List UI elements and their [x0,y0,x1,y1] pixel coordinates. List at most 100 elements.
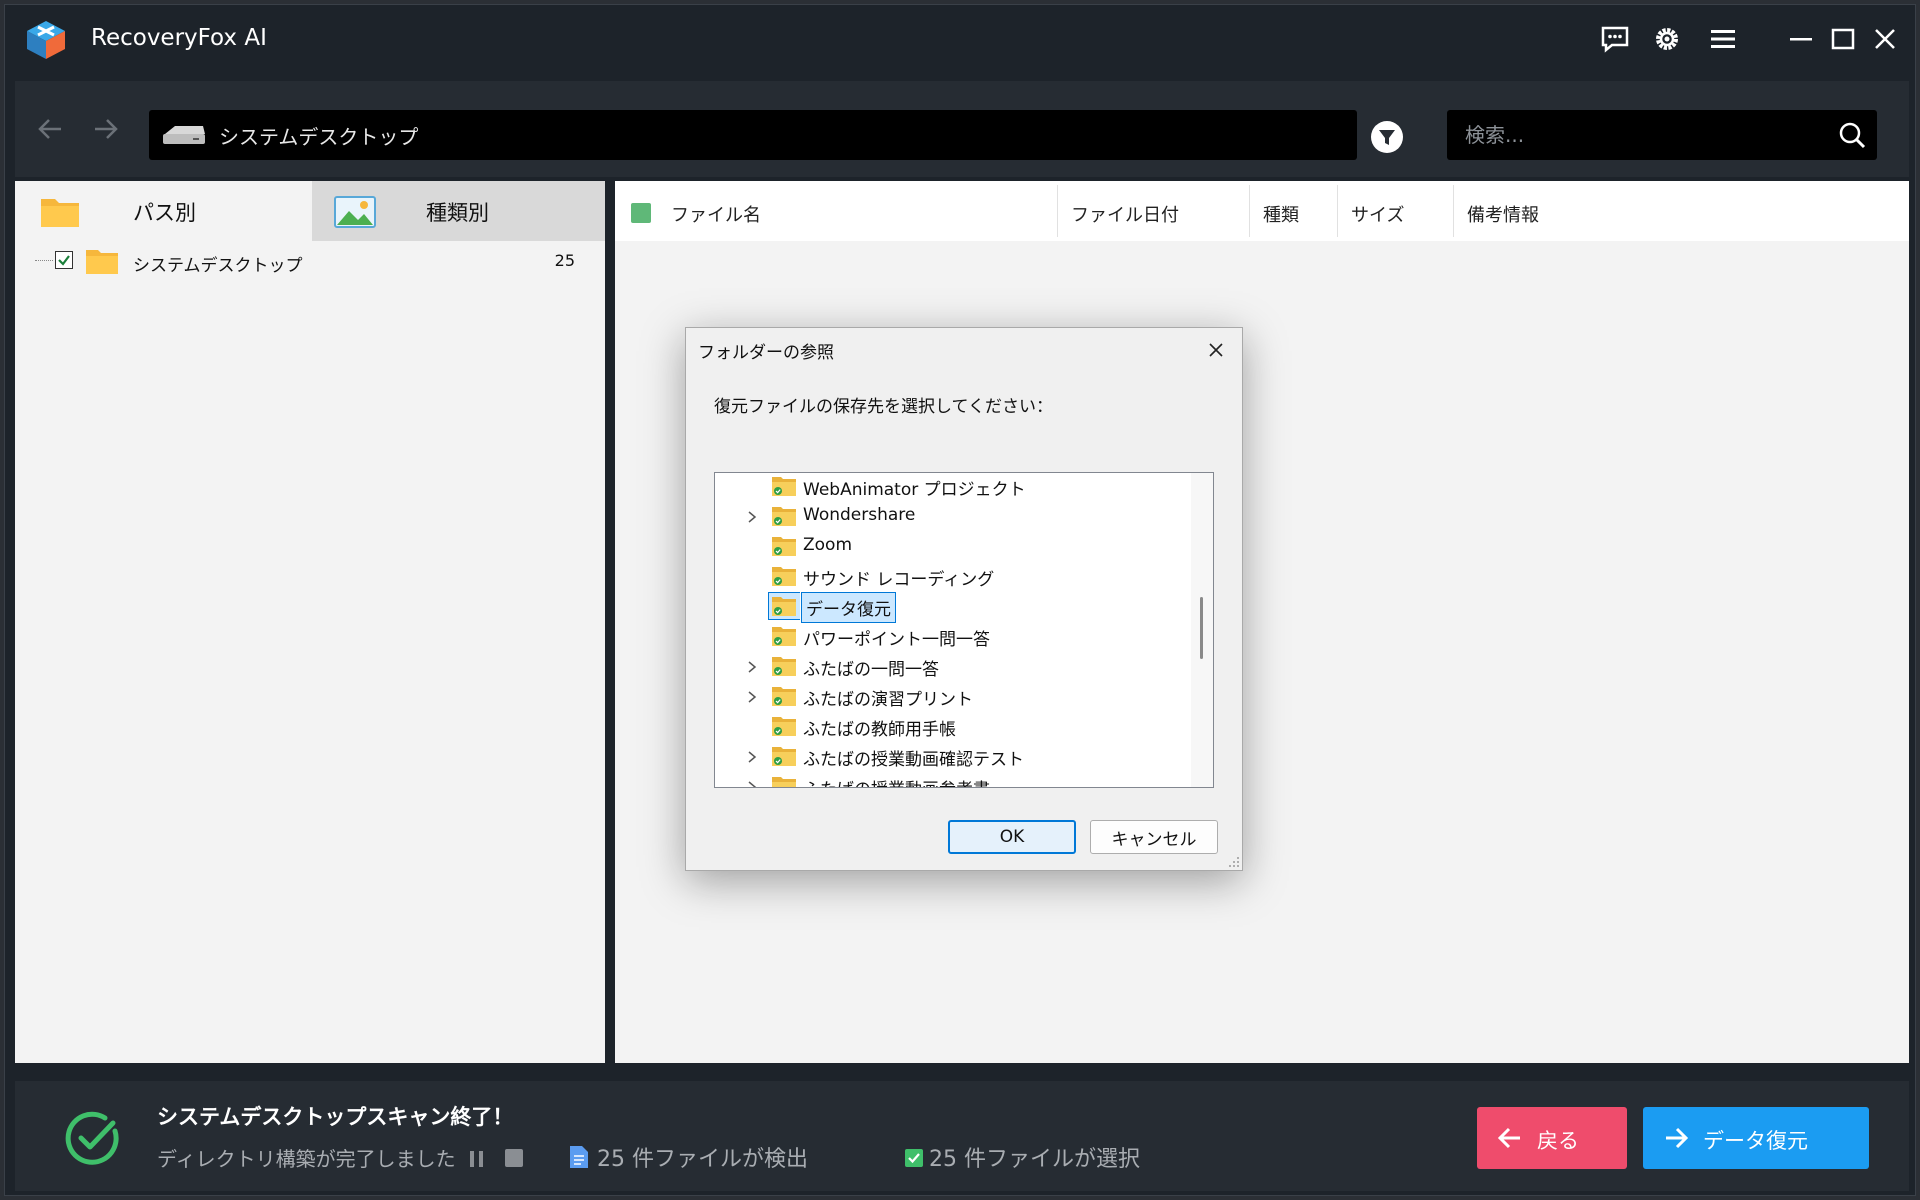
app-window: RecoveryFox AI システムデスクトップ 検索... パス別 種類別 … [4,4,1916,1196]
synced-folder-icon [771,535,797,557]
arrow-right-icon [1666,1127,1689,1149]
synced-folder-icon [771,745,797,767]
folder-tree-item-label: パワーポイント一問一答 [803,630,990,650]
recover-button[interactable]: データ復元 [1643,1107,1869,1169]
feedback-icon[interactable] [1597,21,1633,57]
tree-checkbox[interactable] [55,251,73,269]
folder-tree-item-label: ふたばの授業動画確認テスト [803,750,1024,770]
tree-item-count: 25 [554,251,575,270]
scroll-thumb[interactable] [1200,597,1203,659]
dialog-close-icon[interactable] [1200,334,1232,366]
back-button-label: 戻る [1537,1129,1579,1153]
folder-icon [86,250,118,274]
folder-tree-item[interactable]: データ復元 [715,591,1191,623]
select-all-checkbox[interactable] [631,203,651,223]
column-divider [1249,185,1250,237]
menu-icon[interactable] [1705,21,1741,57]
chevron-right-icon[interactable] [745,779,759,787]
status-bar: システムデスクトップスキャン終了！ ディレクトリ構築が完了しました 25 件ファ… [15,1081,1909,1191]
tree-item-label: システムデスクトップ [133,256,303,276]
status-subtitle: ディレクトリ構築が完了しました [157,1147,456,1171]
image-icon [334,196,376,228]
tab-by-type[interactable]: 種類別 [312,181,605,241]
recover-button-label: データ復元 [1703,1129,1808,1153]
folder-tree-item[interactable]: ふたばの一問一答 [715,651,1191,681]
folder-tree-item[interactable]: WebAnimator プロジェクト [715,473,1191,501]
folder-tree-item[interactable]: ふたばの授業動画確認テスト [715,741,1191,771]
folder-tree-item[interactable]: ふたばの演習プリント [715,681,1191,711]
folder-tree-item-label: ふたばの演習プリント [803,690,973,710]
forward-arrow-icon[interactable] [87,111,123,147]
folder-tree-item-label: ふたばの教師用手帳 [803,720,956,740]
pause-icon[interactable] [467,1149,487,1169]
synced-folder-icon [771,685,797,707]
chevron-right-icon[interactable] [745,659,759,673]
settings-gear-icon[interactable] [1649,21,1685,57]
folder-tree-item-label: サウンド レコーディング [803,570,995,590]
folder-tree-item-label: Zoom [803,535,853,555]
folder-tree-item[interactable]: ふたばの授業動画参考書 [715,771,1191,787]
tree-item[interactable]: システムデスクトップ 25 [15,245,605,277]
dialog-prompt: 復元ファイルの保存先を選択してください： [714,397,1053,417]
folder-tree[interactable]: ふたばの授業動画参考書 ふたばの授業動画確認テストふたばの教師用手帳ふたばの演習プ… [714,472,1214,788]
synced-folder-icon [771,565,797,587]
filter-icon[interactable] [1369,119,1405,155]
synced-folder-icon [771,625,797,647]
column-type[interactable]: 種類 [1263,201,1299,227]
status-title: システムデスクトップスキャン終了！ [157,1105,514,1129]
current-path: システムデスクトップ [219,125,419,149]
ok-button[interactable]: OK [948,820,1076,854]
folder-tree-item[interactable]: パワーポイント一問一答 [715,621,1191,651]
column-notes[interactable]: 備考情報 [1467,201,1539,227]
file-icon [570,1146,588,1168]
tab-by-path[interactable]: パス別 [15,181,312,241]
folder-tree-item[interactable]: サウンド レコーディング [715,561,1191,591]
folder-tree-item[interactable]: Zoom [715,531,1191,561]
left-panel: パス別 種類別 システムデスクトップ 25 [15,181,605,1063]
app-title: RecoveryFox AI [91,25,267,51]
synced-folder-icon [771,655,797,677]
path-bar[interactable]: システムデスクトップ [149,110,1357,160]
back-button[interactable]: 戻る [1477,1107,1627,1169]
search-box [1447,110,1877,160]
tree-scrollbar[interactable] [1191,473,1213,787]
search-icon[interactable] [1837,120,1867,150]
folder-icon [41,199,79,227]
synced-folder-icon [771,775,797,787]
check-icon [58,255,70,266]
selected-check-icon [905,1149,923,1167]
folder-tree-item[interactable]: ふたばの教師用手帳 [715,711,1191,741]
close-icon[interactable] [1867,21,1903,57]
column-file-date[interactable]: ファイル日付 [1071,201,1179,227]
minimize-icon[interactable] [1783,21,1819,57]
drive-icon [163,126,205,144]
chevron-right-icon[interactable] [745,509,759,523]
folder-tree-item-label: ふたばの授業動画参考書 [803,775,990,787]
folder-tree-item-label: WebAnimator プロジェクト [803,480,1026,500]
chevron-right-icon[interactable] [745,749,759,763]
files-selected-count: 25 件ファイルが選択 [929,1147,1140,1172]
browse-folder-dialog: フォルダーの参照 復元ファイルの保存先を選択してください： ふたばの授業動画参考… [685,327,1243,871]
tree-connector [35,260,53,261]
cancel-button[interactable]: キャンセル [1090,820,1218,854]
search-input[interactable] [1463,118,1807,152]
maximize-icon[interactable] [1825,21,1861,57]
title-bar: RecoveryFox AI [5,5,1915,77]
folder-tree-item-label: Wondershare [803,505,916,525]
files-found-count: 25 件ファイルが検出 [597,1147,808,1172]
synced-folder-icon [771,715,797,737]
column-divider [1337,185,1338,237]
stop-icon[interactable] [505,1149,523,1167]
chevron-right-icon[interactable] [745,689,759,703]
resize-grip-icon[interactable] [1228,856,1240,868]
synced-folder-icon [771,595,797,617]
arrow-left-icon [1497,1127,1520,1149]
toolbar: システムデスクトップ [15,81,1909,177]
folder-tree-item[interactable]: Wondershare [715,501,1191,531]
synced-folder-icon [771,475,797,497]
column-size[interactable]: サイズ [1351,201,1404,227]
column-file-name[interactable]: ファイル名 [671,201,761,227]
back-arrow-icon[interactable] [33,111,69,147]
app-logo-icon [27,21,65,59]
dialog-title: フォルダーの参照 [698,343,834,363]
